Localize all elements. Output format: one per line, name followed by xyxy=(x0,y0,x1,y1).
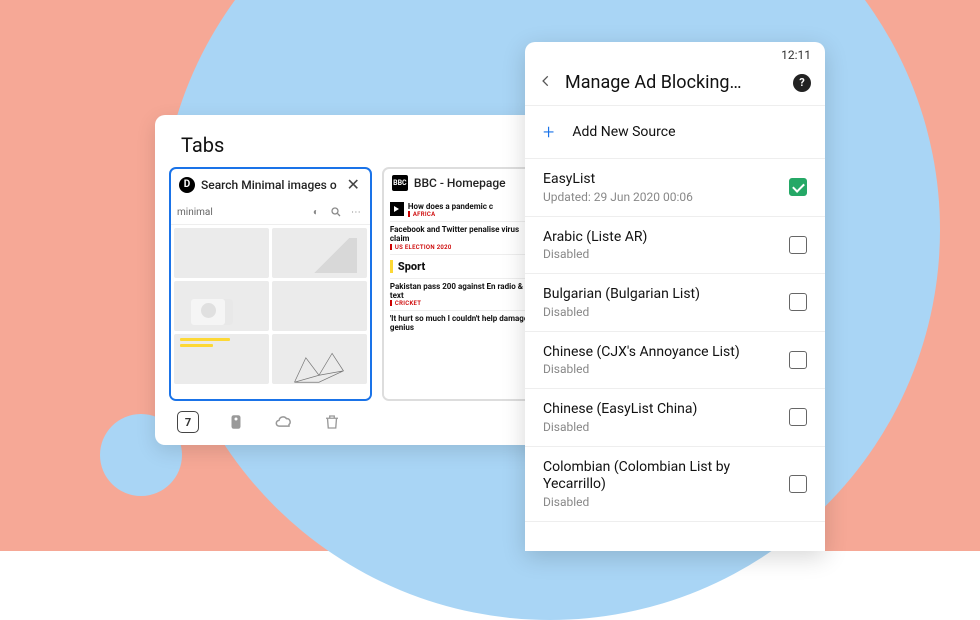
news-item: How does a pandemic c AFRICA xyxy=(390,199,533,222)
source-row[interactable]: Chinese (CJX's Annoyance List) Disabled xyxy=(525,332,825,390)
source-status: Disabled xyxy=(543,420,779,434)
close-tab-button[interactable]: ✕ xyxy=(344,175,361,194)
image-thumb xyxy=(174,281,269,331)
help-icon[interactable]: ? xyxy=(793,74,811,92)
settings-panel: 12:11 Manage Ad Blocking… ? + Add New So… xyxy=(525,42,825,551)
checkbox-icon[interactable] xyxy=(789,408,807,426)
tab-preview: minimal ◐ ⋯ xyxy=(171,200,370,399)
source-row[interactable]: Arabic (Liste AR) Disabled xyxy=(525,217,825,275)
image-thumb xyxy=(174,228,269,278)
source-status: Disabled xyxy=(543,495,779,509)
search-icon xyxy=(328,204,344,220)
cloud-button[interactable] xyxy=(271,409,297,435)
checkbox-icon[interactable] xyxy=(789,293,807,311)
page-title: Manage Ad Blocking… xyxy=(565,72,781,93)
news-tag: AFRICA xyxy=(408,211,493,218)
source-row[interactable]: Bulgarian (Bulgarian List) Disabled xyxy=(525,274,825,332)
tab-count-button[interactable]: 7 xyxy=(175,409,201,435)
tab-count: 7 xyxy=(177,411,199,433)
clock: 12:11 xyxy=(781,48,811,62)
news-headline: Facebook and Twitter penalise virus clai… xyxy=(390,225,533,243)
more-icon: ⋯ xyxy=(348,204,364,220)
source-list: EasyList Updated: 29 Jun 2020 00:06 Arab… xyxy=(525,159,825,551)
news-item: Facebook and Twitter penalise virus clai… xyxy=(390,222,533,254)
globe-icon: ◐ xyxy=(308,204,324,220)
add-source-label: Add New Source xyxy=(572,124,675,140)
checkbox-icon[interactable] xyxy=(789,236,807,254)
news-tag: US ELECTION 2020 xyxy=(390,244,533,251)
favicon-bbc-icon: BBC xyxy=(392,175,408,191)
checkbox-checked-icon[interactable] xyxy=(789,178,807,196)
source-name: Chinese (CJX's Annoyance List) xyxy=(543,344,779,362)
tabs-body: D Search Minimal images o ✕ minimal ◐ ⋯ xyxy=(155,167,555,401)
tab-header: D Search Minimal images o ✕ xyxy=(171,169,370,200)
source-row[interactable]: Colombian (Colombian List by Yecarrillo)… xyxy=(525,447,825,522)
status-bar: 12:11 xyxy=(525,42,825,64)
plus-icon: + xyxy=(543,120,554,144)
key-button[interactable] xyxy=(223,409,249,435)
news-headline: Pakistan pass 200 against En radio & tex… xyxy=(390,282,533,300)
source-status: Disabled xyxy=(543,305,779,319)
source-row[interactable]: EasyList Updated: 29 Jun 2020 00:06 xyxy=(525,159,825,217)
source-status: Updated: 29 Jun 2020 00:06 xyxy=(543,190,779,204)
news-headline: How does a pandemic c xyxy=(408,202,493,211)
image-thumb xyxy=(174,334,269,384)
play-icon xyxy=(390,202,404,216)
news-item: 'It hurt so much I couldn't help damaged… xyxy=(390,311,533,335)
source-name: Arabic (Liste AR) xyxy=(543,229,779,247)
checkbox-icon[interactable] xyxy=(789,351,807,369)
settings-header: Manage Ad Blocking… ? xyxy=(525,64,825,105)
tabs-window: Tabs D Search Minimal images o ✕ minimal… xyxy=(155,115,555,445)
add-source-button[interactable]: + Add New Source xyxy=(525,105,825,159)
search-term: minimal xyxy=(177,207,304,218)
source-status: Disabled xyxy=(543,247,779,261)
tab-header: BBC BBC - Homepage xyxy=(384,169,539,197)
tab-item[interactable]: BBC BBC - Homepage How does a pandemic c… xyxy=(382,167,541,401)
image-grid xyxy=(171,225,370,387)
trash-button[interactable] xyxy=(319,409,345,435)
checkbox-icon[interactable] xyxy=(789,475,807,493)
search-bar: minimal ◐ ⋯ xyxy=(171,200,370,225)
image-thumb xyxy=(272,228,367,278)
source-status: Disabled xyxy=(543,362,779,376)
source-name: Chinese (EasyList China) xyxy=(543,401,779,419)
tab-preview: How does a pandemic c AFRICA Facebook an… xyxy=(384,197,539,399)
sport-section-label: Sport xyxy=(390,260,533,273)
source-name: EasyList xyxy=(543,171,779,189)
tabs-title: Tabs xyxy=(155,115,555,167)
news-item: Pakistan pass 200 against En radio & tex… xyxy=(390,279,533,311)
tabs-toolbar: 7 xyxy=(155,401,555,445)
tab-title: BBC - Homepage xyxy=(414,176,531,190)
image-thumb xyxy=(272,334,367,384)
tab-item-active[interactable]: D Search Minimal images o ✕ minimal ◐ ⋯ xyxy=(169,167,372,401)
favicon-d-icon: D xyxy=(179,177,195,193)
tab-title: Search Minimal images o xyxy=(201,178,338,192)
source-name: Bulgarian (Bulgarian List) xyxy=(543,286,779,304)
source-row[interactable]: Chinese (EasyList China) Disabled xyxy=(525,389,825,447)
news-tag: CRICKET xyxy=(390,300,533,307)
news-headline: 'It hurt so much I couldn't help damaged… xyxy=(390,314,533,332)
source-name: Colombian (Colombian List by Yecarrillo) xyxy=(543,459,779,494)
news-item: Sport xyxy=(390,255,533,279)
image-thumb xyxy=(272,281,367,331)
back-button[interactable] xyxy=(539,73,553,92)
